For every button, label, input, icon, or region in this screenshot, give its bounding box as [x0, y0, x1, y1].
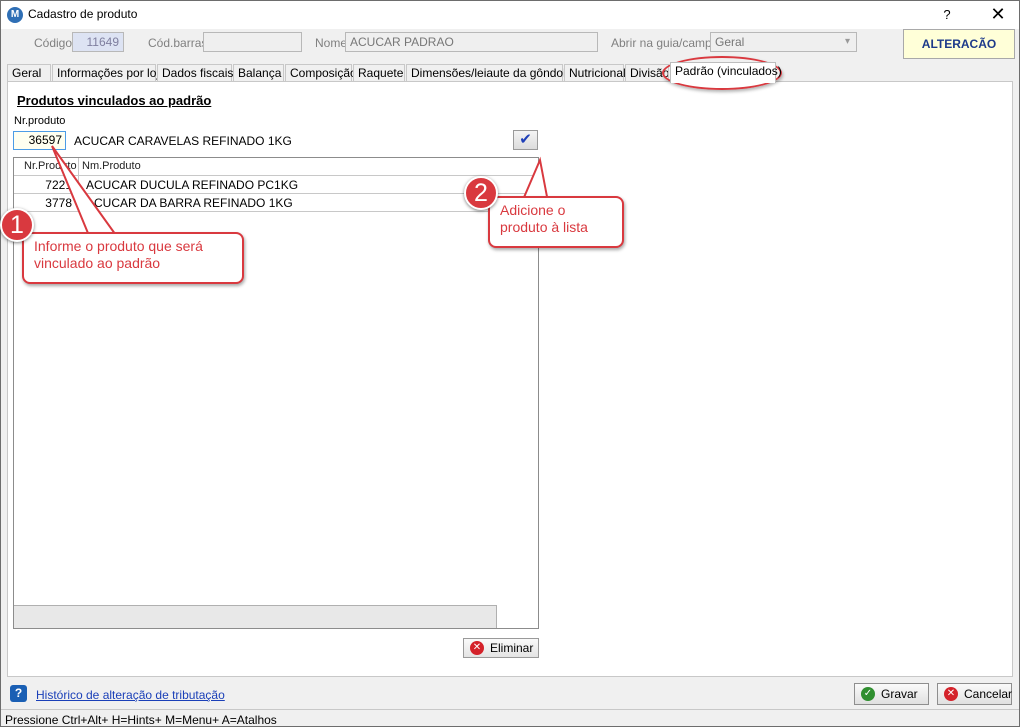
tab-raquete[interactable]: Raquete [353, 64, 405, 82]
status-text: Pressione Ctrl+Alt+ H=Hints+ M=Menu+ A=A… [5, 713, 277, 727]
codbarras-field[interactable] [203, 32, 302, 52]
add-product-button[interactable]: ✔ [513, 130, 538, 150]
codigo-field[interactable]: 11649 [72, 32, 124, 52]
nome-label: Nome [315, 36, 348, 50]
tab-composicao[interactable]: Composição [285, 64, 357, 82]
tab-dados-fiscais[interactable]: Dados fiscais [157, 64, 233, 82]
question-mark-icon[interactable]: ? [10, 685, 27, 702]
cancel-icon: ✕ [944, 687, 958, 701]
nr-produto-label: Nr.produto [14, 115, 66, 127]
grid-horizontal-scrollbar[interactable] [14, 605, 497, 628]
cancel-button[interactable]: ✕ Cancelar [937, 683, 1012, 705]
annotation-step1-callout: Informe o produto que será vinculado ao … [22, 232, 244, 284]
row-nm-produto: ACUCAR DA BARRA REFINADO 1KG [86, 196, 293, 210]
save-label: Gravar [881, 687, 918, 701]
close-button[interactable]: ✕ [981, 3, 1015, 25]
save-button[interactable]: ✓ Gravar [854, 683, 929, 705]
section-title: Produtos vinculados ao padrão [17, 93, 212, 108]
abrir-guia-select[interactable]: Geral ▾ [710, 32, 857, 52]
column-divider [78, 158, 79, 212]
row-nr-produto: 3778 [45, 196, 72, 210]
tab-balanca[interactable]: Balança [233, 64, 284, 82]
row-nr-produto: 7221 [45, 178, 72, 192]
table-row[interactable]: 7221 ACUCAR DUCULA REFINADO PC1KG [14, 176, 538, 194]
annotation-step2-badge: 2 [464, 176, 498, 210]
codigo-label: Código [34, 36, 73, 50]
cancel-label: Cancelar [964, 687, 1013, 701]
nr-produto-description: ACUCAR CARAVELAS REFINADO 1KG [74, 134, 292, 148]
mode-badge: ALTERACÃO [903, 29, 1015, 59]
checkmark-icon: ✔ [519, 131, 532, 148]
abrir-guia-value: Geral [715, 35, 745, 49]
tab-panel-padrao: Produtos vinculados ao padrão Nr.produto… [7, 81, 1013, 677]
annotation-step2-callout: Adicione o produto à lista [488, 196, 624, 248]
nr-produto-input[interactable]: 36597 [13, 131, 66, 150]
checkmark-circle-icon: ✓ [861, 687, 875, 701]
window-title: Cadastro de produto [28, 7, 138, 21]
tab-nutricional[interactable]: Nutricional [564, 64, 626, 82]
codbarras-label: Cód.barras [148, 36, 208, 50]
status-bar: Pressione Ctrl+Alt+ H=Hints+ M=Menu+ A=A… [1, 709, 1019, 727]
bottom-bar: ? Histórico de alteração de tributação ✓… [1, 681, 1019, 709]
column-header-nr-produto[interactable]: Nr.Produto [24, 160, 77, 172]
table-row[interactable]: 3778 ACUCAR DA BARRA REFINADO 1KG [14, 194, 538, 212]
tab-padrao-vinculados[interactable]: Padrão (vinculados) [670, 62, 782, 83]
history-link[interactable]: Histórico de alteração de tributação [36, 688, 225, 702]
product-registration-window: M Cadastro de produto ? ✕ Código 11649 C… [0, 0, 1020, 727]
chevron-down-icon: ▾ [844, 36, 850, 47]
linked-products-grid[interactable]: Nr.Produto Nm.Produto 7221 ACUCAR DUCULA… [13, 157, 539, 629]
app-logo-icon: M [7, 7, 23, 23]
help-button[interactable]: ? [933, 5, 961, 25]
column-header-nm-produto[interactable]: Nm.Produto [82, 160, 141, 172]
tab-dimensoes-gondola[interactable]: Dimensões/leiaute da gôndola [406, 64, 572, 82]
eliminar-label: Eliminar [490, 641, 534, 655]
annotation-step1-badge: 1 [0, 208, 34, 242]
title-bar: M Cadastro de produto ? ✕ [1, 1, 1019, 29]
row-nm-produto: ACUCAR DUCULA REFINADO PC1KG [86, 178, 299, 192]
delete-icon: ✕ [470, 641, 484, 655]
grid-header: Nr.Produto Nm.Produto [14, 158, 538, 176]
nome-field[interactable]: ACUCAR PADRAO [345, 32, 598, 52]
abrir-guia-label: Abrir na guia/campo [611, 36, 719, 50]
tab-geral[interactable]: Geral [7, 64, 51, 82]
eliminar-button[interactable]: ✕ Eliminar [463, 638, 539, 658]
tab-informacoes-loja[interactable]: Informações por loja [52, 64, 166, 82]
